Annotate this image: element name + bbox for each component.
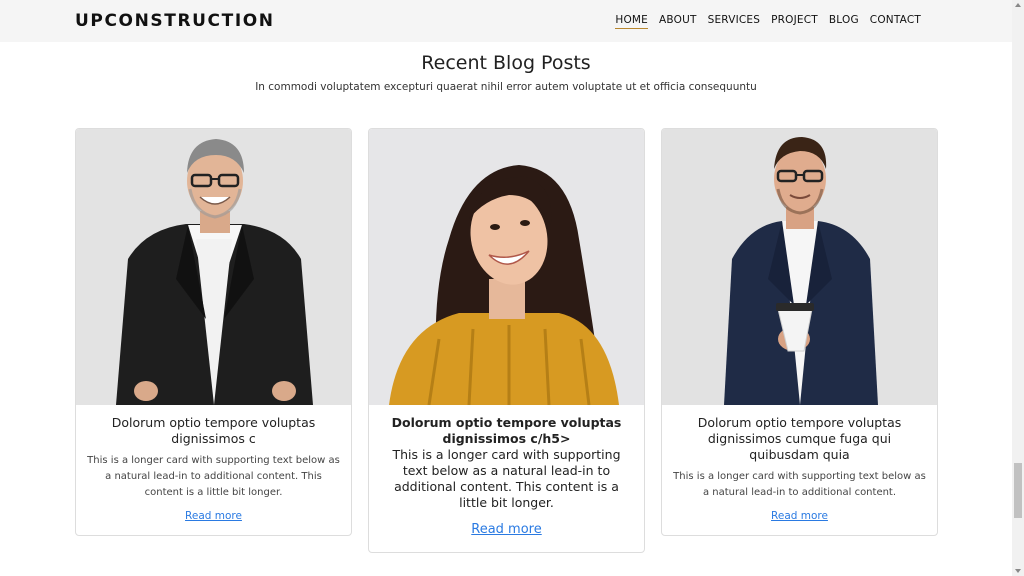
- nav-blog[interactable]: BLOG: [829, 14, 859, 29]
- blog-card-text: This is a longer card with supporting te…: [392, 447, 621, 510]
- smiling-woman-in-yellow-sweater-photo: [369, 129, 644, 405]
- read-more-link[interactable]: Read more: [771, 510, 828, 522]
- blog-card-body: Dolorum optio tempore voluptas dignissim…: [662, 405, 937, 535]
- page-scrollbar[interactable]: [1012, 0, 1024, 576]
- scroll-up-icon[interactable]: [1015, 3, 1021, 7]
- blog-card: Dolorum optio tempore voluptas dignissim…: [661, 128, 938, 536]
- navbar: UPCONSTRUCTION HOME ABOUT SERVICES PROJE…: [0, 0, 1012, 42]
- section-title: Recent Blog Posts: [421, 52, 591, 74]
- nav-contact[interactable]: CONTACT: [870, 14, 921, 29]
- man-in-black-blazer-photo: [76, 129, 351, 405]
- section-subtitle: In commodi voluptatem excepturi quaerat …: [255, 81, 757, 93]
- blog-card: Dolorum optio tempore voluptas dignissim…: [368, 128, 645, 553]
- blog-card-text: This is a longer card with supporting te…: [673, 471, 926, 498]
- main-nav: HOME ABOUT SERVICES PROJECT BLOG CONTACT: [615, 14, 921, 29]
- blog-card: Dolorum optio tempore voluptas dignissim…: [75, 128, 352, 536]
- nav-project[interactable]: PROJECT: [771, 14, 818, 29]
- nav-home[interactable]: HOME: [615, 14, 649, 29]
- scrollbar-thumb[interactable]: [1014, 463, 1022, 518]
- blog-card-title: Dolorum optio tempore voluptas dignissim…: [111, 415, 316, 446]
- blog-card-title: Dolorum optio tempore voluptas dignissim…: [391, 415, 622, 446]
- scroll-down-icon[interactable]: [1015, 569, 1021, 573]
- blog-card-image: [76, 129, 351, 405]
- read-more-link[interactable]: Read more: [185, 510, 242, 522]
- blog-card-title: Dolorum optio tempore voluptas dignissim…: [697, 415, 902, 462]
- blog-card-image: [369, 129, 644, 405]
- blog-card-body: Dolorum optio tempore voluptas dignissim…: [369, 405, 644, 552]
- blog-card-text: This is a longer card with supporting te…: [87, 455, 340, 498]
- read-more-link[interactable]: Read more: [471, 522, 541, 537]
- brand-logo[interactable]: UPCONSTRUCTION: [75, 11, 275, 31]
- nav-services[interactable]: SERVICES: [708, 14, 761, 29]
- man-in-navy-blazer-with-coffee-photo: [662, 129, 937, 405]
- blog-card-body: Dolorum optio tempore voluptas dignissim…: [76, 405, 351, 535]
- nav-about[interactable]: ABOUT: [659, 14, 697, 29]
- blog-card-image: [662, 129, 937, 405]
